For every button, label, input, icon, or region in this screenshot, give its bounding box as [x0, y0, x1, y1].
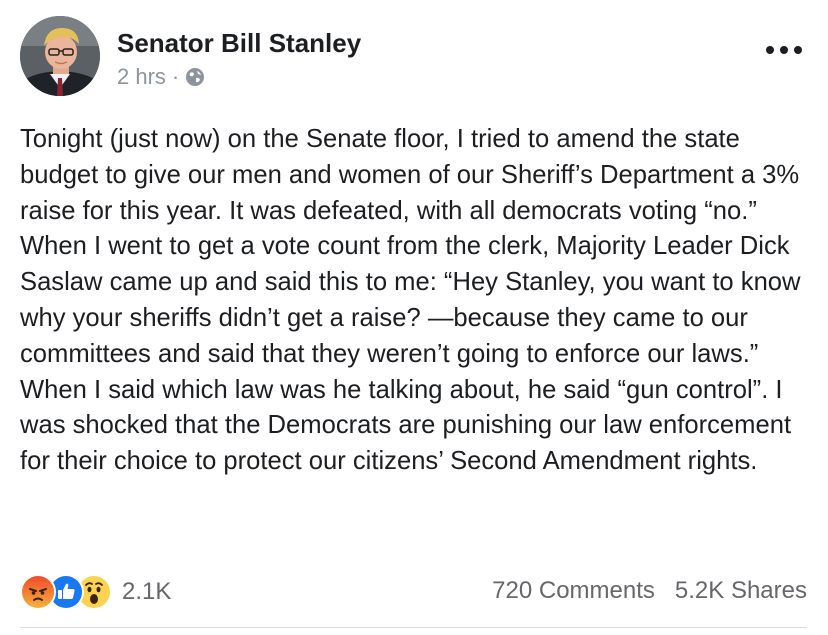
avatar-photo: [20, 16, 100, 96]
footer-divider: [20, 627, 807, 628]
angry-reaction-icon: [20, 574, 56, 610]
meta-separator: ·: [171, 64, 180, 89]
engagement-stats: 720 Comments 5.2K Shares: [492, 577, 807, 605]
reactions-summary[interactable]: 2.1K: [20, 574, 172, 610]
post-meta: 2 hrs ·: [117, 64, 205, 90]
more-dot: [780, 46, 788, 54]
comments-count[interactable]: 720 Comments: [492, 577, 655, 605]
globe-icon[interactable]: [185, 67, 205, 87]
reaction-count: 2.1K: [122, 578, 172, 605]
author-name[interactable]: Senator Bill Stanley: [117, 28, 361, 59]
avatar[interactable]: [20, 16, 100, 96]
facebook-post: Senator Bill Stanley 2 hrs · Tonight (ju…: [0, 0, 828, 635]
more-dot: [766, 46, 774, 54]
post-time[interactable]: 2 hrs: [117, 64, 166, 90]
shares-count[interactable]: 5.2K Shares: [675, 577, 807, 605]
more-options-icon[interactable]: [766, 40, 802, 60]
post-text: Tonight (just now) on the Senate floor, …: [20, 125, 801, 476]
more-dot: [794, 46, 802, 54]
